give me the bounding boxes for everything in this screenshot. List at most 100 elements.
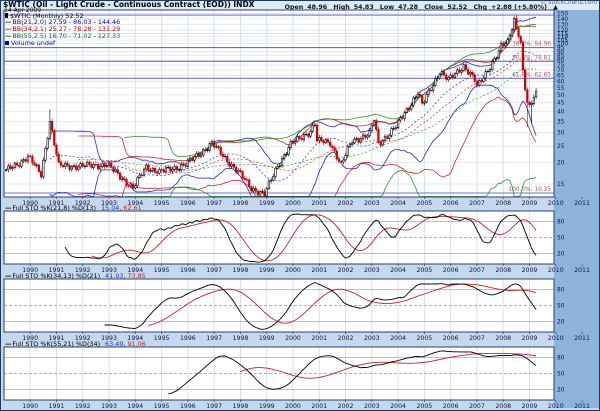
svg-text:2009: 2009: [522, 267, 538, 274]
close-label: Close: [424, 4, 443, 11]
svg-text:50.0%: 78.81: 50.0%: 78.81: [512, 55, 551, 61]
svg-text:2011: 2011: [574, 267, 590, 274]
stochastic-panel-2-legend: —Full STO %K(34,13) %D(21) 41.93,73.85: [5, 272, 146, 280]
ohlc-quote-bar: Open48.96 High54.83 Low47.28 Close52.52 …: [281, 4, 558, 11]
svg-text:2001: 2001: [311, 335, 327, 342]
svg-text:50: 50: [557, 372, 565, 378]
svg-text:50: 50: [557, 93, 565, 99]
svg-text:1998: 1998: [233, 403, 249, 410]
svg-text:2010: 2010: [548, 403, 564, 410]
candlestick-icon: [5, 13, 8, 18]
chg-label: Chg: [473, 4, 487, 11]
svg-text:45: 45: [557, 101, 565, 107]
svg-text:1995: 1995: [154, 335, 170, 342]
svg-text:1994: 1994: [127, 403, 143, 410]
svg-text:2002: 2002: [338, 267, 354, 274]
svg-text:80: 80: [557, 220, 565, 226]
svg-text:2003: 2003: [364, 335, 380, 342]
svg-text:100.0%: 10.35: 100.0%: 10.35: [509, 187, 552, 193]
high-label: High: [333, 4, 349, 11]
svg-text:2007: 2007: [469, 200, 485, 207]
svg-text:2006: 2006: [443, 200, 459, 207]
volume-icon: [5, 41, 9, 45]
svg-text:1992: 1992: [75, 403, 91, 410]
svg-text:2000: 2000: [285, 403, 301, 410]
svg-text:2006: 2006: [443, 403, 459, 410]
panel-2-legend-text: Full STO %K(34,13) %D(21): [12, 272, 100, 280]
svg-text:2005: 2005: [417, 267, 433, 274]
svg-text:2011: 2011: [574, 335, 590, 342]
svg-text:1998: 1998: [233, 335, 249, 342]
svg-text:1997: 1997: [206, 200, 222, 207]
open-label: Open: [285, 4, 304, 11]
svg-text:20: 20: [557, 387, 565, 393]
svg-text:1996: 1996: [180, 403, 196, 410]
svg-text:1996: 1996: [180, 267, 196, 274]
svg-text:1997: 1997: [206, 403, 222, 410]
svg-text:1995: 1995: [154, 200, 170, 207]
svg-text:2002: 2002: [338, 335, 354, 342]
close-value: 52.52: [447, 4, 467, 11]
legend-volume-text: Volume undef: [11, 39, 55, 47]
svg-text:1995: 1995: [154, 267, 170, 274]
panel-1-k-value: 15.04,: [101, 204, 121, 212]
svg-text:2005: 2005: [417, 403, 433, 410]
svg-text:35: 35: [557, 119, 565, 125]
svg-text:1999: 1999: [259, 403, 275, 410]
svg-text:2001: 2001: [311, 200, 327, 207]
svg-text:2008: 2008: [495, 200, 511, 207]
svg-text:40: 40: [557, 109, 565, 115]
svg-text:1991: 1991: [49, 403, 65, 410]
svg-text:50: 50: [557, 236, 565, 242]
svg-text:2005: 2005: [417, 200, 433, 207]
panel-3-legend-text: Full STO %K(55,21) %D(34): [12, 340, 100, 348]
panel-2-k-value: 41.93,: [105, 272, 125, 280]
svg-text:1997: 1997: [206, 335, 222, 342]
svg-text:1996: 1996: [180, 335, 196, 342]
svg-text:2007: 2007: [469, 335, 485, 342]
panel-3-d-value: 91.06: [127, 340, 145, 348]
svg-text:2010: 2010: [548, 335, 564, 342]
svg-text:50: 50: [557, 304, 565, 310]
svg-text:2000: 2000: [285, 335, 301, 342]
low-value: 47.28: [398, 4, 418, 11]
svg-text:61.8%: 62.65: 61.8%: 62.65: [512, 72, 551, 78]
svg-text:1999: 1999: [259, 335, 275, 342]
panel-2-d-value: 73.85: [127, 272, 145, 280]
svg-text:1993: 1993: [101, 403, 117, 410]
legend-volume-row: Volume undef: [5, 40, 120, 47]
svg-text:2006: 2006: [443, 267, 459, 274]
stochastic-panel-3-legend: —Full STO %K(55,21) %D(34) 63.49,91.06: [5, 340, 146, 348]
panel-1-legend-text: Full STO %K(21,8) %D(13): [12, 204, 96, 212]
svg-text:38.2%: 94.96: 38.2%: 94.96: [512, 42, 551, 48]
svg-text:20: 20: [557, 251, 565, 257]
svg-text:2004: 2004: [390, 200, 406, 207]
line-swatch-icon: —: [5, 340, 11, 348]
svg-text:25: 25: [557, 144, 565, 150]
svg-text:2007: 2007: [469, 403, 485, 410]
svg-text:2002: 2002: [338, 200, 354, 207]
low-label: Low: [380, 4, 394, 11]
line-swatch-icon: —: [5, 272, 11, 280]
svg-text:2004: 2004: [390, 335, 406, 342]
stochastic-panel-1-legend: —Full STO %K(21,8) %D(13) 15.04,62.61: [5, 204, 142, 212]
svg-text:2008: 2008: [495, 335, 511, 342]
high-value: 54.83: [354, 4, 374, 11]
panel-3-k-value: 63.49,: [105, 340, 125, 348]
svg-text:2004: 2004: [390, 267, 406, 274]
svg-text:2010: 2010: [548, 267, 564, 274]
svg-text:1996: 1996: [180, 200, 196, 207]
svg-text:15: 15: [557, 182, 565, 188]
svg-text:2001: 2001: [311, 403, 327, 410]
svg-text:2009: 2009: [522, 403, 538, 410]
open-value: 48.96: [307, 4, 327, 11]
svg-text:2005: 2005: [417, 335, 433, 342]
svg-text:2009: 2009: [522, 200, 538, 207]
svg-text:80: 80: [557, 356, 565, 362]
svg-text:1999: 1999: [259, 267, 275, 274]
main-chart-legend: $WTIC (Monthly) 52.52 —BB(21,2.0) 27.59 …: [5, 13, 120, 48]
svg-text:2001: 2001: [311, 267, 327, 274]
chg-value: +2.88 (+5.80%): [491, 4, 547, 11]
panel-1-d-value: 62.61: [123, 204, 141, 212]
svg-text:2003: 2003: [364, 403, 380, 410]
